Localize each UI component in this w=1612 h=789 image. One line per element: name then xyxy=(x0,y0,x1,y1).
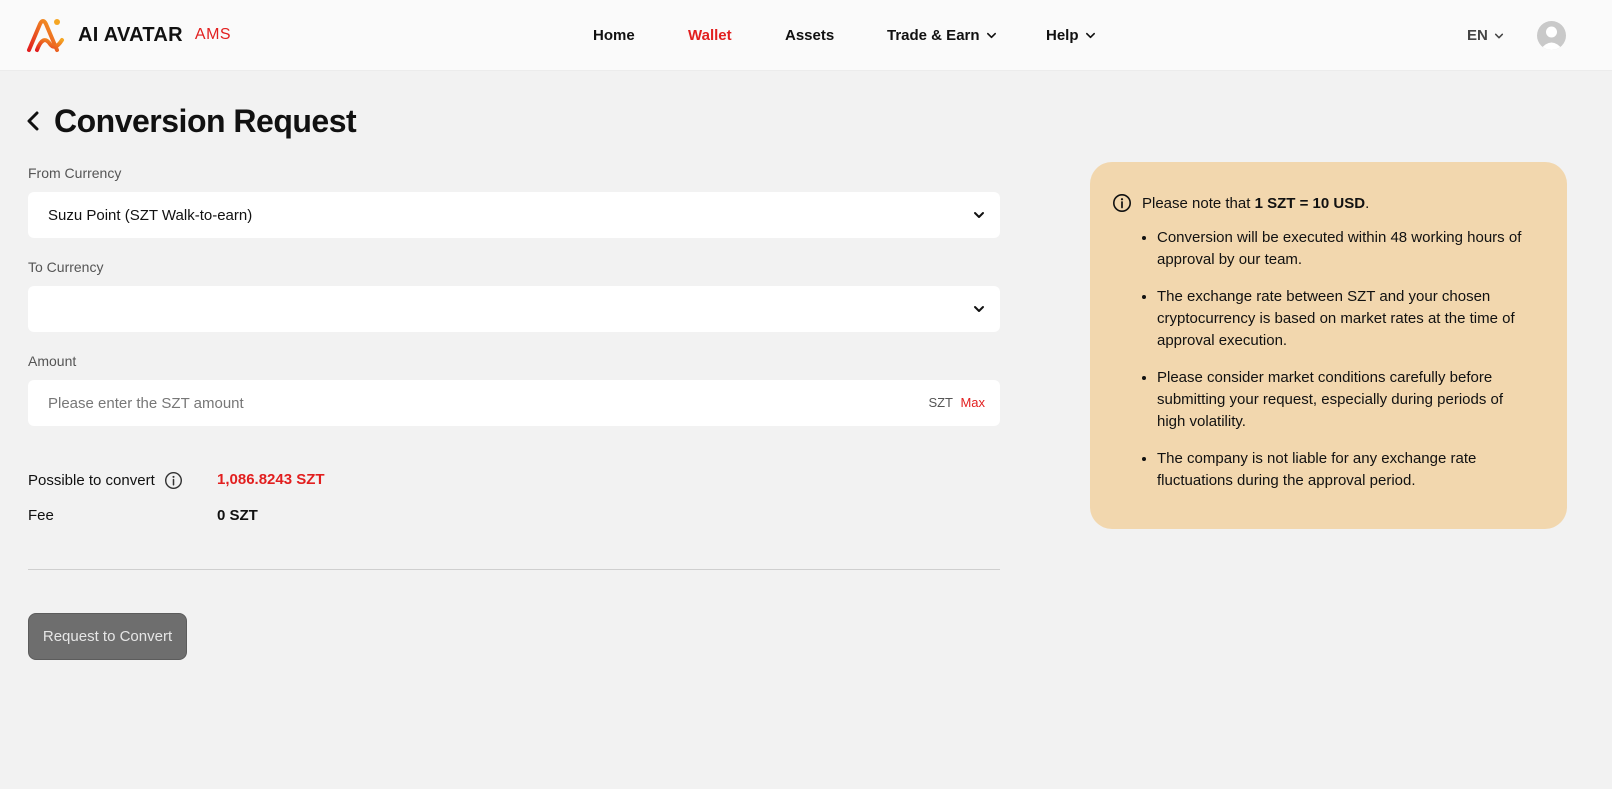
from-currency-label: From Currency xyxy=(28,165,122,181)
request-to-convert-button[interactable]: Request to Convert xyxy=(28,613,187,660)
notice-bullet: The exchange rate between SZT and your c… xyxy=(1157,286,1535,352)
notice-intro-suffix: . xyxy=(1365,194,1370,212)
notice-exchange-rate: 1 SZT = 10 USD xyxy=(1254,194,1366,212)
info-icon[interactable] xyxy=(164,471,183,490)
max-button[interactable]: Max xyxy=(960,395,985,410)
chevron-down-icon xyxy=(1494,31,1504,41)
to-currency-label: To Currency xyxy=(28,259,104,275)
back-arrow-icon[interactable] xyxy=(26,109,46,133)
nav-assets-label: Assets xyxy=(785,27,835,44)
user-avatar[interactable] xyxy=(1537,21,1566,50)
nav-wallet-label: Wallet xyxy=(688,27,732,44)
chevron-down-icon xyxy=(972,302,986,320)
notice-bullet: Conversion will be executed within 48 wo… xyxy=(1157,227,1535,271)
amount-label: Amount xyxy=(28,353,77,369)
nav-help-dropdown[interactable]: Help xyxy=(1046,0,1096,71)
possible-to-convert-row: Possible to convert xyxy=(28,471,183,490)
notice-intro-prefix: Please note that xyxy=(1142,194,1255,212)
nav-trade-earn-dropdown[interactable]: Trade & Earn xyxy=(887,0,997,71)
to-currency-select[interactable] xyxy=(28,286,1000,332)
nav-assets[interactable]: Assets xyxy=(785,0,834,71)
from-currency-select[interactable]: Suzu Point (SZT Walk-to-earn) xyxy=(28,192,1000,238)
possible-to-convert-label: Possible to convert xyxy=(28,472,155,489)
notice-heading: Please note that 1 SZT = 10 USD. xyxy=(1112,193,1535,213)
chevron-down-icon xyxy=(972,208,986,226)
nav-wallet[interactable]: Wallet xyxy=(688,0,732,71)
info-icon xyxy=(1112,193,1132,213)
possible-to-convert-value: 1,086.8243 SZT xyxy=(217,471,325,488)
top-navigation-bar: AI AVATAR AMS Home Wallet Assets Trade &… xyxy=(0,0,1612,71)
notice-bullet: The company is not liable for any exchan… xyxy=(1157,448,1535,492)
nav-home-label: Home xyxy=(593,27,635,44)
fee-value: 0 SZT xyxy=(217,507,258,524)
page-title: Conversion Request xyxy=(54,102,357,139)
amount-input[interactable] xyxy=(48,394,748,412)
notice-bullet-list: Conversion will be executed within 48 wo… xyxy=(1112,227,1535,492)
amount-field[interactable]: SZT Max xyxy=(28,380,1000,426)
brand-name: AI AVATAR xyxy=(78,23,183,46)
page-header: Conversion Request xyxy=(26,100,357,142)
amount-unit: SZT xyxy=(928,395,953,410)
ai-avatar-logo-icon xyxy=(27,19,64,52)
nav-help-label: Help xyxy=(1046,27,1079,44)
chevron-down-icon xyxy=(1085,30,1096,41)
nav-trade-earn-label: Trade & Earn xyxy=(887,27,980,44)
language-label: EN xyxy=(1467,27,1488,44)
nav-home[interactable]: Home xyxy=(593,0,635,71)
brand-subtitle: AMS xyxy=(194,26,232,43)
chevron-down-icon xyxy=(986,30,997,41)
notice-bullet: Please consider market conditions carefu… xyxy=(1157,367,1535,433)
conversion-notice-panel: Please note that 1 SZT = 10 USD. Convers… xyxy=(1090,162,1567,529)
from-currency-value: Suzu Point (SZT Walk-to-earn) xyxy=(48,206,253,224)
fee-label: Fee xyxy=(28,507,54,524)
brand-logo[interactable]: AI AVATAR AMS xyxy=(26,16,231,54)
user-silhouette-icon xyxy=(1540,26,1563,50)
divider xyxy=(28,569,1000,570)
language-selector[interactable]: EN xyxy=(1467,0,1504,71)
